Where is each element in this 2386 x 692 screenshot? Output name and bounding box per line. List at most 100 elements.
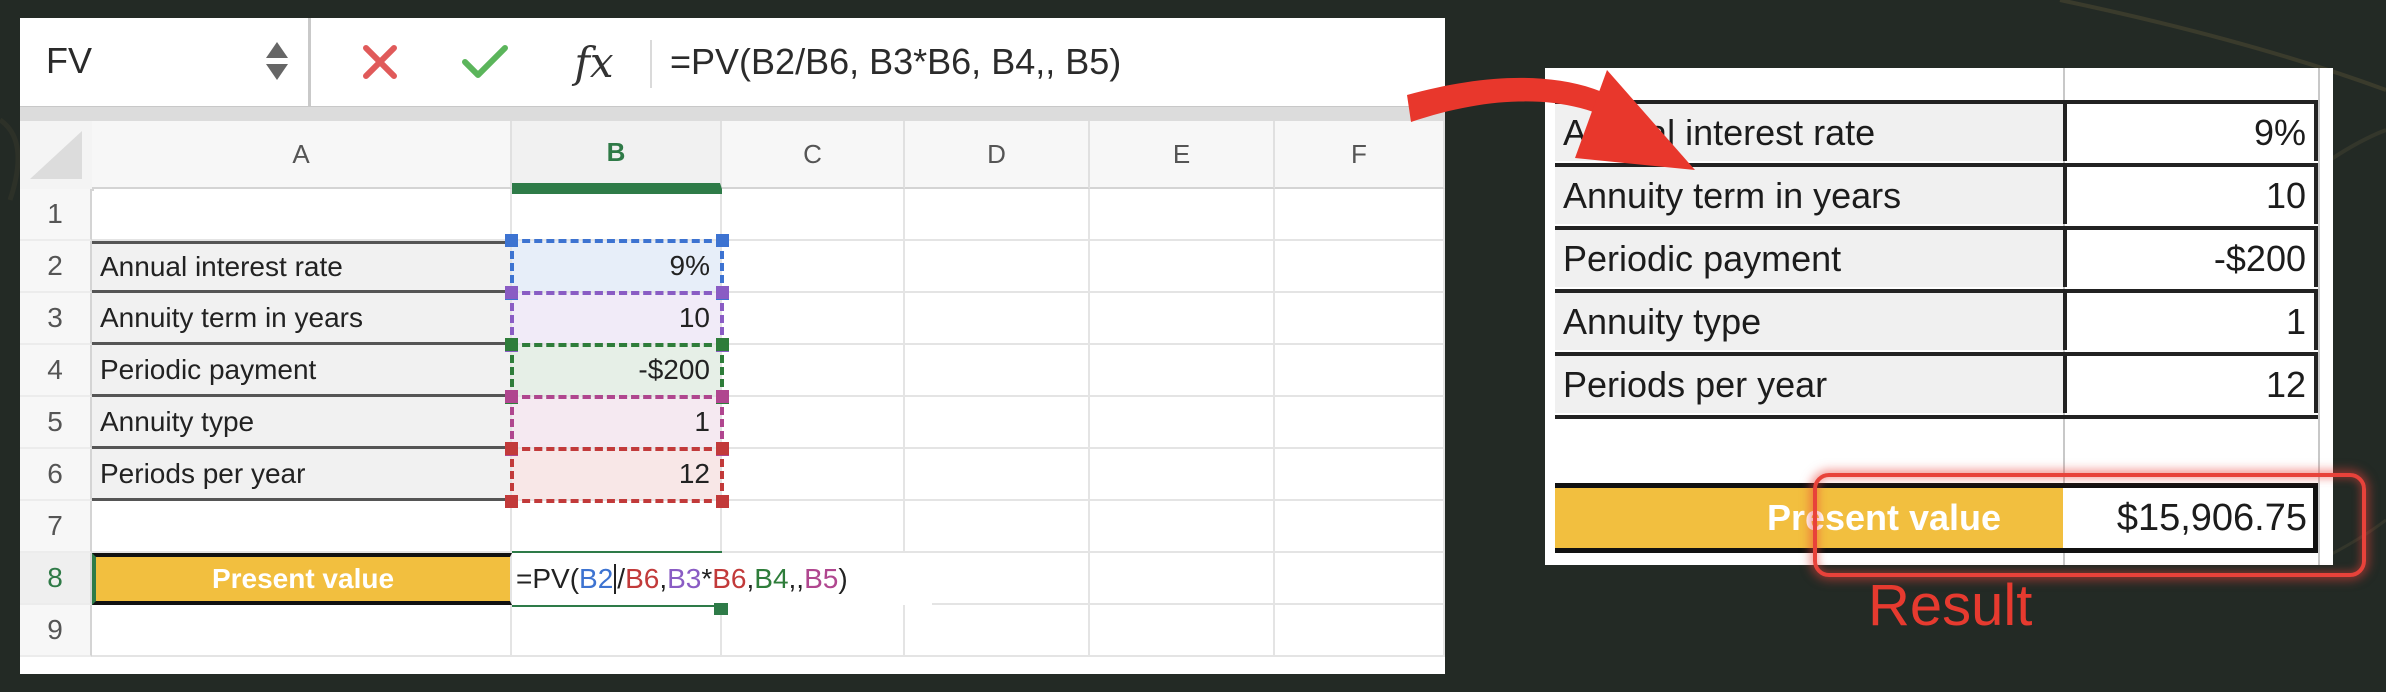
cell-e3[interactable] [1090, 293, 1275, 345]
cell-a1[interactable] [92, 189, 512, 241]
input-label[interactable]: Annuity term in years [92, 293, 512, 345]
cell-c5[interactable] [722, 397, 905, 449]
row-header-3[interactable]: 3 [20, 293, 92, 345]
cell-d8[interactable] [905, 553, 1090, 605]
reference-resize-handle[interactable] [716, 338, 729, 351]
cell-e5[interactable] [1090, 397, 1275, 449]
cell-c7[interactable] [722, 501, 905, 553]
cell-a7[interactable] [92, 501, 512, 553]
column-header-e[interactable]: E [1090, 121, 1275, 189]
cell-c1[interactable] [722, 189, 905, 241]
column-header-c[interactable]: C [722, 121, 905, 189]
cell-c6[interactable] [722, 449, 905, 501]
cell-d2[interactable] [905, 241, 1090, 293]
select-all-button[interactable] [20, 121, 94, 191]
cell-d1[interactable] [905, 189, 1090, 241]
text-caret [614, 564, 617, 594]
cell-e4[interactable] [1090, 345, 1275, 397]
cell-d9[interactable] [905, 605, 1090, 657]
spinner-icon[interactable] [264, 42, 290, 86]
cell-e7[interactable] [1090, 501, 1275, 553]
result-panel-value: 10 [2063, 163, 2318, 224]
input-value-b6[interactable]: 12 [512, 449, 722, 501]
cell-b1[interactable] [512, 189, 722, 241]
cell-e1[interactable] [1090, 189, 1275, 241]
reference-resize-handle[interactable] [505, 234, 518, 247]
cell-b9[interactable] [512, 605, 722, 657]
cell-f4[interactable] [1275, 345, 1445, 397]
cell-d6[interactable] [905, 449, 1090, 501]
cell-a9[interactable] [92, 605, 512, 657]
input-value-b3[interactable]: 10 [512, 293, 722, 345]
column-header-d[interactable]: D [905, 121, 1090, 189]
x-icon [363, 45, 397, 79]
reference-resize-handle[interactable] [505, 495, 518, 508]
formula-token: B6 [625, 563, 660, 594]
cell-e6[interactable] [1090, 449, 1275, 501]
reference-resize-handle[interactable] [505, 442, 518, 455]
formula-token: ,, [788, 563, 805, 594]
cell-d4[interactable] [905, 345, 1090, 397]
spinner-down-icon[interactable] [266, 64, 288, 80]
cell-c2[interactable] [722, 241, 905, 293]
reference-resize-handle[interactable] [505, 286, 518, 299]
row-header-8[interactable]: 8 [20, 553, 92, 605]
row-header-2[interactable]: 2 [20, 241, 92, 293]
cell-f9[interactable] [1275, 605, 1445, 657]
name-box[interactable]: FV [20, 18, 311, 106]
editing-cell-b8[interactable]: =PV(B2/B6, B3 * B6, B4,, B5) [512, 553, 932, 605]
column-header-b[interactable]: B [512, 121, 722, 189]
input-value-b2[interactable]: 9% [512, 241, 722, 293]
name-box-value: FV [46, 40, 93, 81]
cancel-button[interactable] [350, 36, 410, 88]
cell-f7[interactable] [1275, 501, 1445, 553]
formula-token: , [746, 563, 755, 594]
cell-d5[interactable] [905, 397, 1090, 449]
cell-f2[interactable] [1275, 241, 1445, 293]
worksheet-grid: A B C D E F 1 2 3 4 5 6 7 8 9 Annual interest rate 9% Ann… [20, 121, 1445, 674]
reference-resize-handle[interactable] [505, 390, 518, 403]
formula-input[interactable]: =PV(B2/B6, B3*B6, B4,, B5) [662, 26, 1440, 98]
cell-c3[interactable] [722, 293, 905, 345]
cell-e9[interactable] [1090, 605, 1275, 657]
insert-function-button[interactable]: fx [558, 36, 630, 88]
input-label[interactable]: Annual interest rate [92, 241, 512, 293]
input-label[interactable]: Periodic payment [92, 345, 512, 397]
cell-f5[interactable] [1275, 397, 1445, 449]
cell-b7[interactable] [512, 501, 722, 553]
reference-resize-handle[interactable] [716, 234, 729, 247]
cell-c9[interactable] [722, 605, 905, 657]
row-header-4[interactable]: 4 [20, 345, 92, 397]
reference-resize-handle[interactable] [716, 495, 729, 508]
formula-bar: FV fx =PV(B2/B6, B3*B6, B4,, B5) [20, 18, 1445, 106]
cell-f6[interactable] [1275, 449, 1445, 501]
formula-token: * [701, 563, 713, 594]
cell-c4[interactable] [722, 345, 905, 397]
cell-f8[interactable] [1275, 553, 1445, 605]
reference-resize-handle[interactable] [716, 442, 729, 455]
cell-e8[interactable] [1090, 553, 1275, 605]
column-header-a[interactable]: A [92, 121, 512, 189]
cell-e2[interactable] [1090, 241, 1275, 293]
reference-resize-handle[interactable] [716, 390, 729, 403]
select-all-triangle-icon [30, 131, 82, 179]
result-panel-value: -$200 [2063, 226, 2318, 287]
input-value-b5[interactable]: 1 [512, 397, 722, 449]
row-header-6[interactable]: 6 [20, 449, 92, 501]
cell-d7[interactable] [905, 501, 1090, 553]
fill-handle[interactable] [714, 603, 728, 615]
spinner-up-icon[interactable] [266, 42, 288, 58]
present-value-label[interactable]: Present value [92, 553, 512, 605]
input-value-b4[interactable]: -$200 [512, 345, 722, 397]
row-header-1[interactable]: 1 [20, 189, 92, 241]
reference-resize-handle[interactable] [716, 286, 729, 299]
row-header-5[interactable]: 5 [20, 397, 92, 449]
cell-d3[interactable] [905, 293, 1090, 345]
input-label[interactable]: Annuity type [92, 397, 512, 449]
enter-button[interactable] [450, 36, 520, 88]
row-header-9[interactable]: 9 [20, 605, 92, 657]
cell-f3[interactable] [1275, 293, 1445, 345]
input-label[interactable]: Periods per year [92, 449, 512, 501]
reference-resize-handle[interactable] [505, 338, 518, 351]
row-header-7[interactable]: 7 [20, 501, 92, 553]
